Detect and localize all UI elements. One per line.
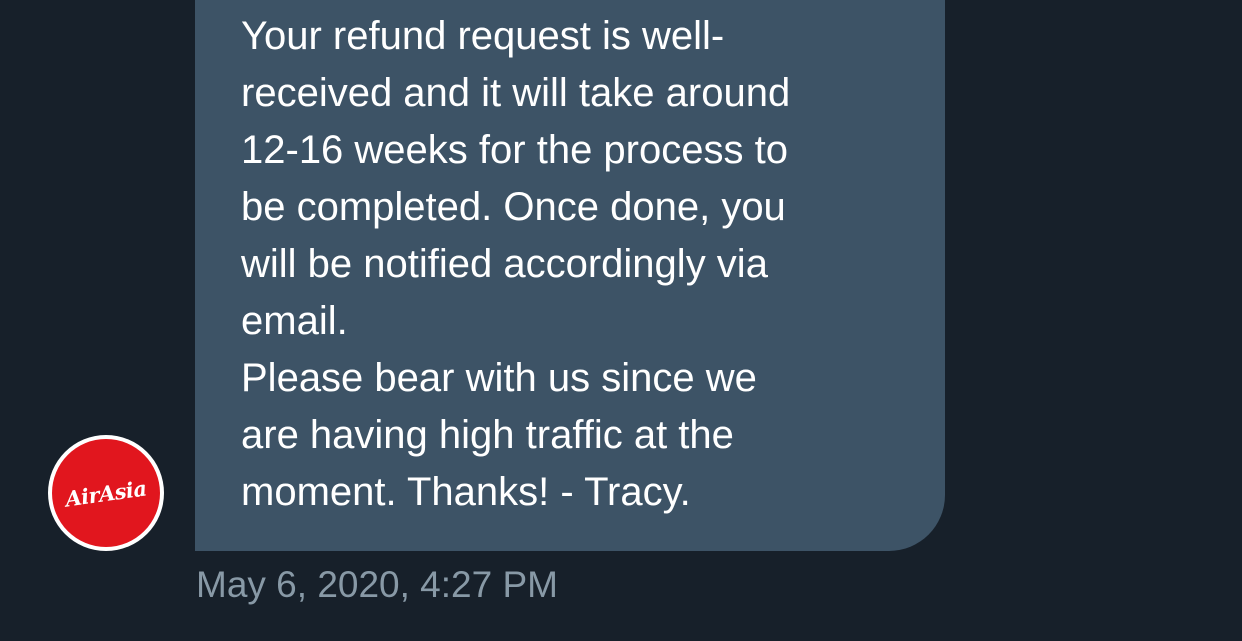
message-line: Your refund request is well-	[241, 14, 725, 58]
message-line: are having high traffic at the	[241, 413, 734, 457]
avatar-logo-text: AirAsia	[63, 474, 149, 512]
message-line: 12-16 weeks for the process to	[241, 128, 788, 172]
message-text: Your refund request is well- received an…	[241, 8, 921, 521]
message-line: be completed. Once done, you	[241, 185, 786, 229]
sender-avatar[interactable]: AirAsia	[48, 435, 164, 551]
message-line: will be notified accordingly via	[241, 242, 768, 286]
message-timestamp: May 6, 2020, 4:27 PM	[196, 564, 558, 605]
message-line: email.	[241, 299, 348, 343]
message-bubble[interactable]: Your refund request is well- received an…	[195, 0, 945, 551]
airasia-logo-icon: AirAsia	[52, 439, 160, 547]
message-line: received and it will take around	[241, 71, 791, 115]
message-line: moment. Thanks! - Tracy.	[241, 470, 691, 514]
message-line: Please bear with us since we	[241, 356, 757, 400]
